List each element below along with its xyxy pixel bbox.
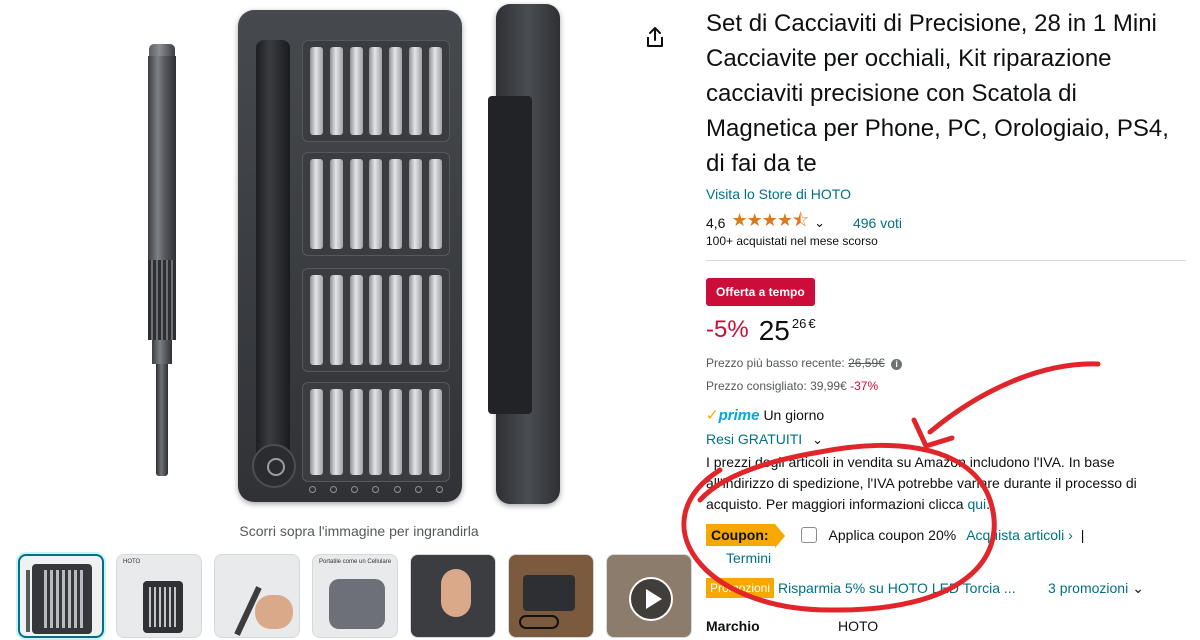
separator: | bbox=[1080, 527, 1085, 543]
annotation-arrow bbox=[927, 361, 1101, 435]
thumbnail-5[interactable] bbox=[410, 554, 496, 638]
price-whole: 25 bbox=[758, 315, 790, 346]
vat-info-link[interactable]: qui bbox=[967, 496, 986, 512]
chevron-down-icon[interactable]: ⌄ bbox=[1132, 580, 1144, 597]
brand-label: Marchio bbox=[706, 618, 760, 634]
deal-badge: Offerta a tempo bbox=[706, 278, 815, 306]
sales-volume: 100+ acquistati nel mese scorso bbox=[706, 234, 878, 248]
price-row: -5% 25 26 € bbox=[706, 316, 816, 346]
rating-value: 4,6 bbox=[706, 215, 726, 231]
prime-logo: prime bbox=[718, 407, 760, 424]
list-price-label: Prezzo consigliato: bbox=[706, 379, 807, 393]
thumbnail-2[interactable]: HOTO bbox=[116, 554, 202, 638]
info-icon[interactable]: i bbox=[891, 359, 903, 370]
thumbnail-6[interactable] bbox=[508, 554, 594, 638]
divider bbox=[706, 260, 1186, 261]
ratings-count-link[interactable]: 496 voti bbox=[853, 215, 902, 231]
case-lid-image bbox=[488, 4, 560, 504]
coupon-label[interactable]: Applica coupon 20% bbox=[829, 527, 957, 543]
list-price-discount: -37% bbox=[850, 379, 879, 393]
product-details: Set di Cacciaviti di Precisione, 28 in 1… bbox=[706, 6, 1186, 634]
thumbnail-video[interactable] bbox=[606, 554, 692, 638]
price-fraction: 26 bbox=[791, 316, 807, 331]
share-icon[interactable] bbox=[645, 26, 665, 48]
free-returns-label: Resi GRATUITI bbox=[706, 431, 803, 447]
prime-row: ✓ prime Un giorno bbox=[706, 406, 824, 424]
zoom-hint: Scorri sopra l'immagine per ingrandirla bbox=[239, 523, 479, 539]
promotions-count-link[interactable]: 3 promozioni bbox=[1048, 580, 1128, 596]
promotions-row: Promozioni Risparmia 5% su HOTO LED Torc… bbox=[706, 578, 1186, 598]
coupon-badge: Coupon: bbox=[706, 524, 784, 548]
prime-delivery-time: Un giorno bbox=[763, 407, 825, 423]
lowest-price-value: 26,59€ bbox=[848, 356, 885, 370]
store-link[interactable]: Visita lo Store di HOTO bbox=[706, 186, 851, 202]
lowest-price-row: Prezzo più basso recente: 26,59€ i bbox=[706, 356, 903, 370]
coupon-shop-items-link[interactable]: Acquista articoli › bbox=[966, 527, 1073, 543]
discount-percent: -5% bbox=[706, 316, 749, 343]
thumbnail-3[interactable] bbox=[214, 554, 300, 638]
brand-value: HOTO bbox=[838, 618, 879, 634]
thumbnail-4[interactable]: Portatile come un Cellulare bbox=[312, 554, 398, 638]
bit-case-image bbox=[238, 10, 462, 502]
prime-check-icon: ✓ bbox=[706, 407, 719, 424]
product-title: Set di Cacciaviti di Precisione, 28 in 1… bbox=[706, 10, 1169, 177]
vat-notice-end: . bbox=[986, 496, 991, 512]
list-price-value: 39,99€ bbox=[810, 379, 847, 393]
vat-notice: I prezzi degli articoli in vendita su Am… bbox=[706, 452, 1186, 515]
coupon-terms-link[interactable]: Termini bbox=[726, 550, 771, 566]
screwdriver-handle-image bbox=[146, 44, 178, 476]
chevron-down-icon: ⌄ bbox=[812, 432, 823, 447]
annotation-arrowhead bbox=[911, 417, 955, 449]
lowest-price-label: Prezzo più basso recente: bbox=[706, 356, 845, 370]
list-price-row: Prezzo consigliato: 39,99€ -37% bbox=[706, 379, 878, 393]
play-icon bbox=[629, 577, 673, 621]
brand-row: Marchio HOTO bbox=[706, 618, 878, 634]
chevron-down-icon[interactable]: ⌄ bbox=[814, 215, 825, 231]
price-currency: € bbox=[808, 316, 816, 331]
thumbnail-1[interactable] bbox=[18, 554, 104, 638]
coupon-row: Coupon: Applica coupon 20% Acquista arti… bbox=[706, 524, 1085, 548]
thumbnail-strip: HOTO Portatile come un Cellulare bbox=[18, 554, 692, 640]
free-returns-link[interactable]: Resi GRATUITI ⌄ bbox=[706, 431, 823, 448]
vat-notice-text: I prezzi degli articoli in vendita su Am… bbox=[706, 454, 1137, 512]
promotions-badge: Promozioni bbox=[706, 578, 775, 598]
coupon-checkbox[interactable] bbox=[800, 527, 817, 543]
main-product-image[interactable] bbox=[130, 4, 580, 509]
promotion-text-link[interactable]: Risparmia 5% su HOTO LED Torcia ... bbox=[778, 580, 1034, 596]
